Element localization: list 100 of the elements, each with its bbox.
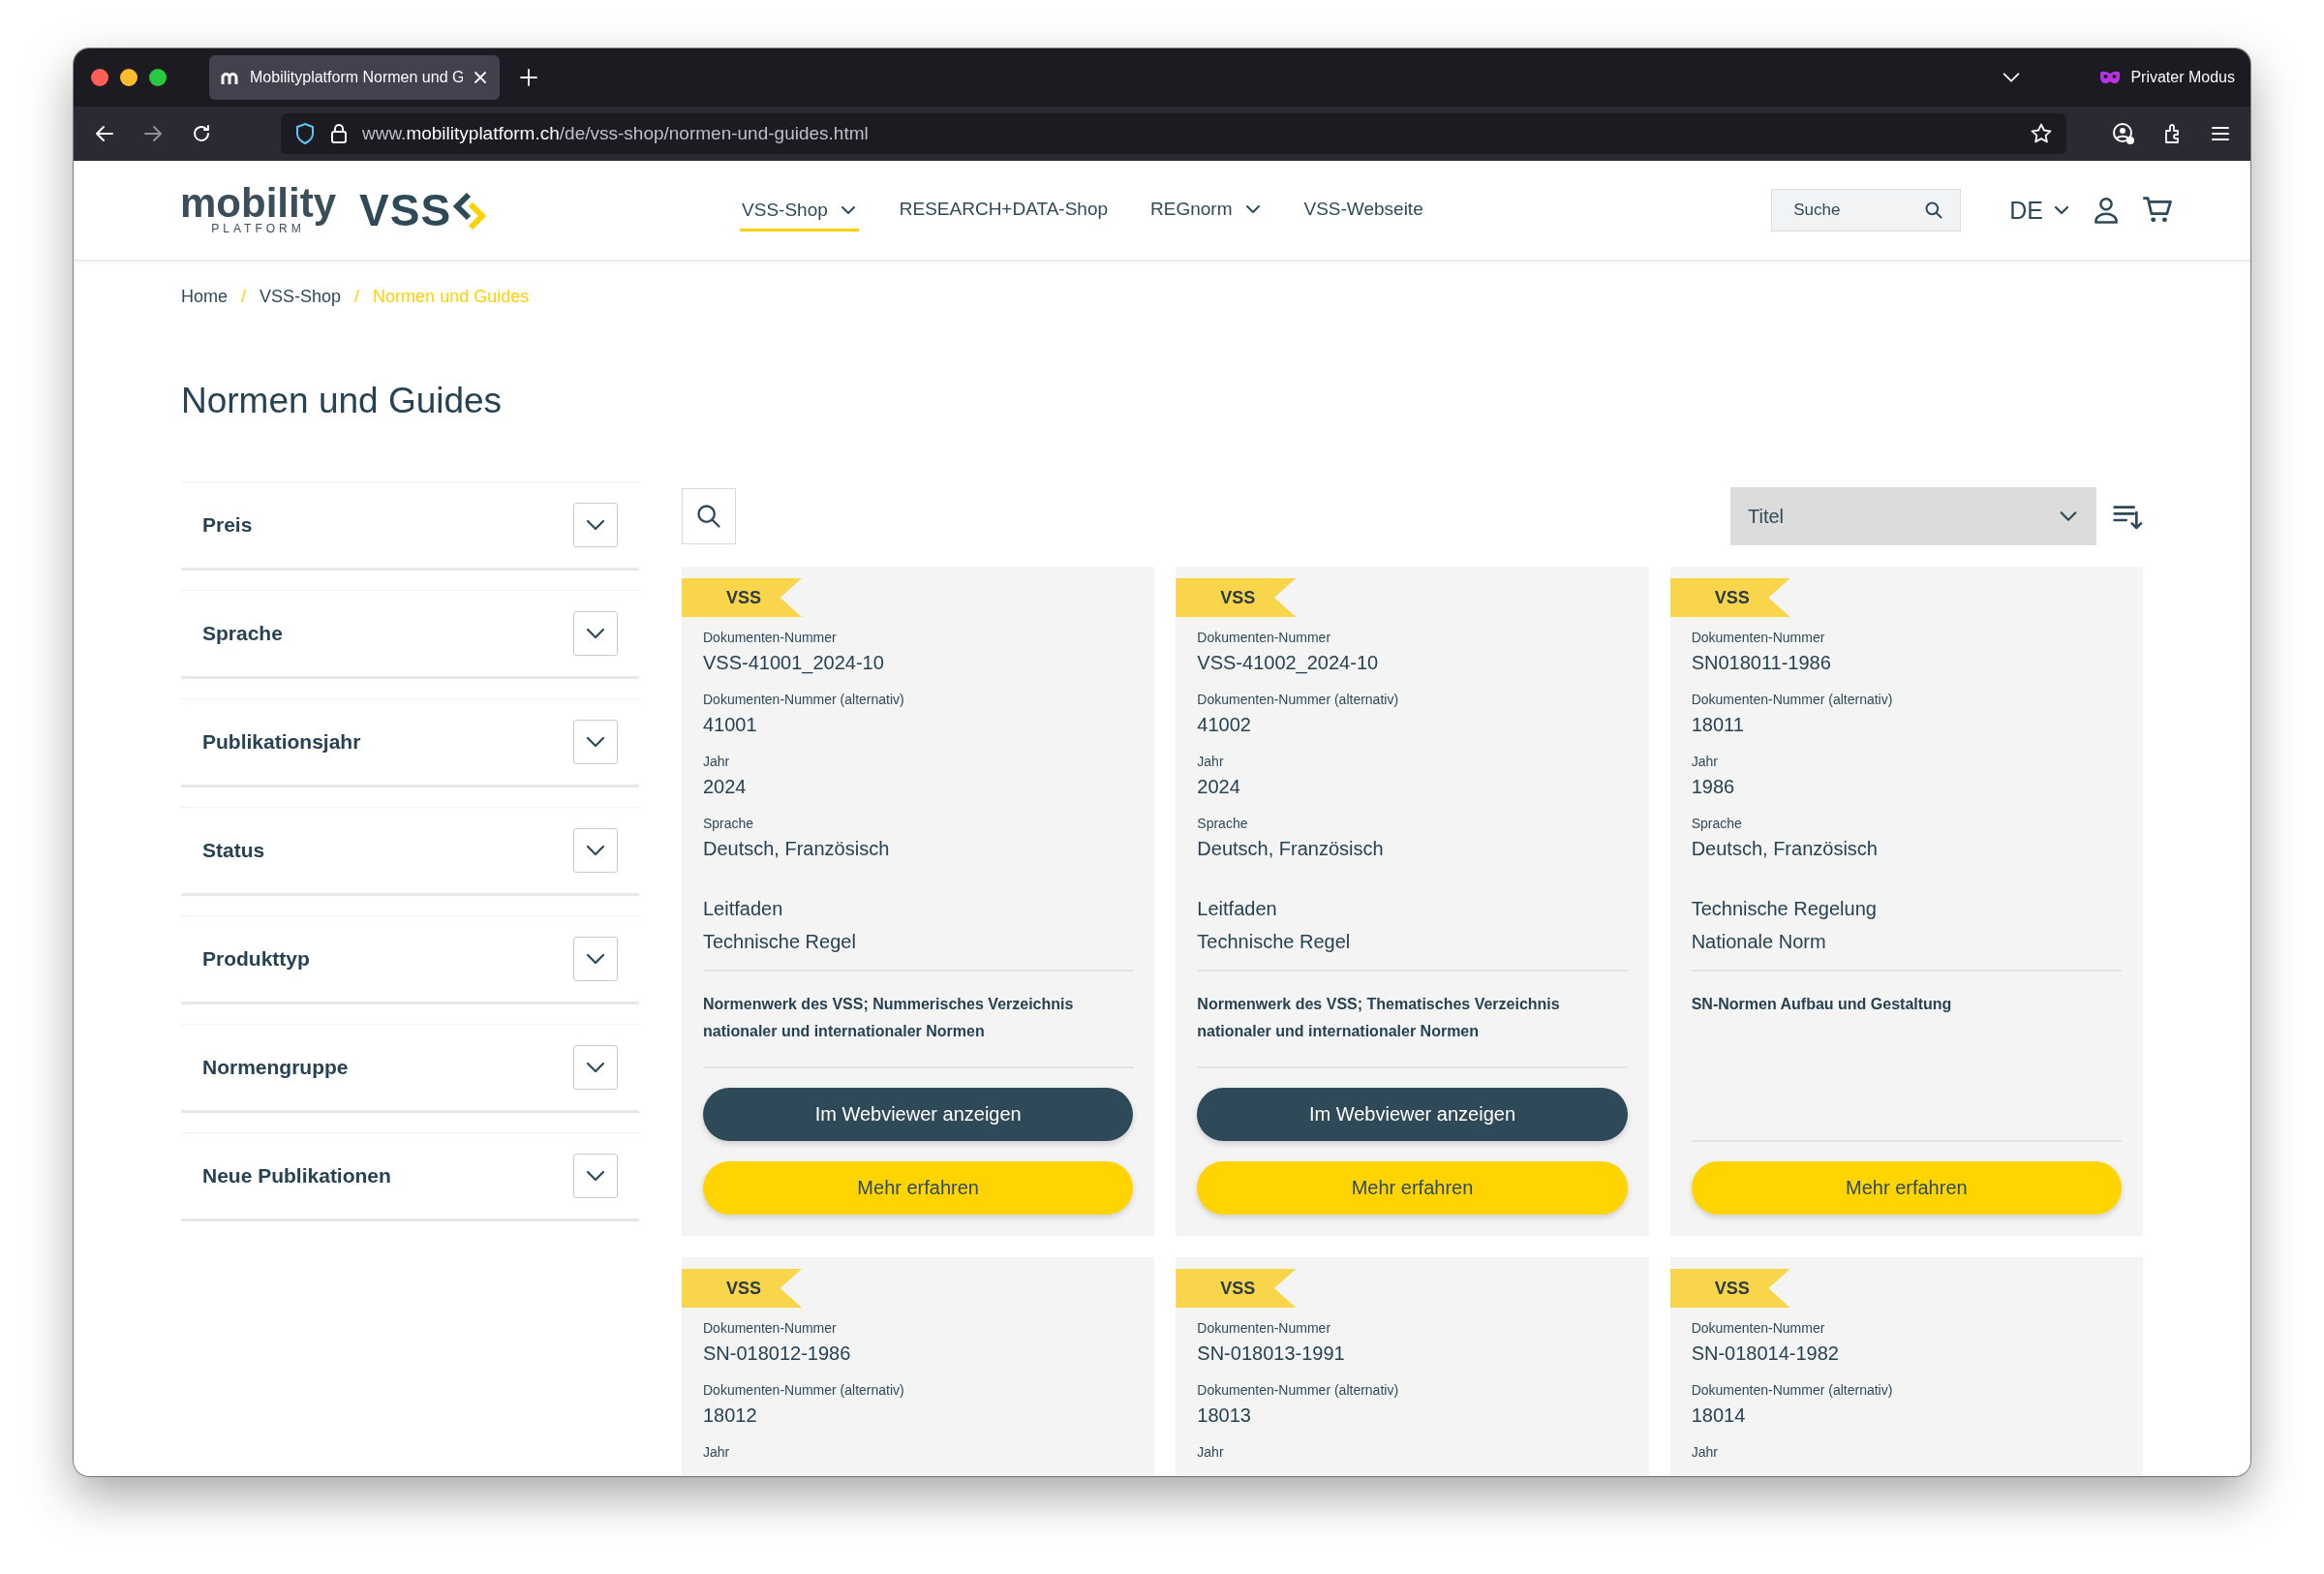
expand-button[interactable] bbox=[573, 937, 618, 981]
expand-button[interactable] bbox=[573, 1154, 618, 1198]
field-value: 18012 bbox=[703, 1404, 758, 1428]
vss-ribbon: VSS bbox=[682, 1269, 802, 1308]
mobility-logo[interactable]: mobility PLATFORM bbox=[180, 185, 336, 235]
field-label: Dokumenten-Nummer bbox=[1691, 629, 1826, 647]
field-value: Deutsch, Französisch bbox=[703, 837, 891, 861]
favicon-icon bbox=[221, 70, 240, 85]
filter-section[interactable]: Sprache bbox=[181, 590, 639, 679]
field-value: SN-018012-1986 bbox=[703, 1342, 852, 1366]
user-icon[interactable] bbox=[2092, 196, 2121, 225]
expand-button[interactable] bbox=[573, 720, 618, 764]
field-label: Jahr bbox=[1197, 1443, 1225, 1462]
page-title: Normen und Guides bbox=[181, 381, 504, 421]
document-type: Technische Regelung bbox=[1691, 897, 1878, 921]
field-value: 41001 bbox=[703, 713, 758, 737]
field-value: 2024 bbox=[1197, 775, 1241, 799]
breadcrumb-separator: / bbox=[354, 287, 360, 307]
lock-icon bbox=[329, 122, 349, 145]
filter-label: Neue Publikationen bbox=[202, 1164, 392, 1188]
tab-title: Mobilityplatform Normen und G bbox=[250, 69, 463, 86]
account-icon[interactable] bbox=[2111, 121, 2136, 146]
filter-label: Publikationsjahr bbox=[202, 730, 362, 754]
card-title: Normenwerk des VSS; Thematisches Verzeichnis nationaler und internationaler Normen bbox=[1197, 995, 1561, 1041]
expand-button[interactable] bbox=[573, 828, 618, 873]
field-value: SN018011-1986 bbox=[1691, 651, 1832, 675]
search-field[interactable]: Suche bbox=[1771, 189, 1962, 231]
filter-label: Sprache bbox=[202, 622, 284, 645]
language-select[interactable]: DE bbox=[2009, 196, 2070, 225]
field-value: VSS-41001_2024-10 bbox=[703, 651, 885, 676]
field-value: VSS-41002_2024-10 bbox=[1197, 651, 1380, 676]
field-label: Dokumenten-Nummer bbox=[703, 629, 838, 647]
card-title: Normenwerk des VSS; Nummerisches Verzeichnis nationaler und internationaler Normen bbox=[703, 995, 1075, 1041]
field-label: Jahr bbox=[703, 753, 731, 771]
search-button[interactable] bbox=[682, 488, 736, 544]
window-control-icon[interactable] bbox=[149, 69, 167, 86]
field-label: Sprache bbox=[703, 815, 755, 833]
star-icon[interactable] bbox=[2030, 122, 2053, 145]
filter-section[interactable]: Status bbox=[181, 807, 639, 896]
browser-tab[interactable]: Mobilityplatform Normen und G bbox=[209, 55, 500, 100]
cart-icon[interactable] bbox=[2142, 196, 2173, 225]
new-tab-icon[interactable] bbox=[519, 68, 538, 87]
filter-label: Preis bbox=[202, 513, 254, 537]
field-value: 18011 bbox=[1691, 713, 1745, 737]
sort-select[interactable]: Titel bbox=[1730, 487, 2096, 545]
breadcrumb-separator: / bbox=[241, 287, 247, 307]
vss-ribbon: VSS bbox=[1176, 1269, 1297, 1308]
address-bar[interactable]: www.mobilityplatform.ch/de/vss-shop/normen-und-guides.html bbox=[281, 113, 2066, 154]
window-control-icon[interactable] bbox=[120, 69, 138, 86]
close-icon[interactable] bbox=[473, 70, 488, 85]
window-control-icon[interactable] bbox=[91, 69, 108, 86]
document-type: Leitfaden bbox=[703, 897, 784, 921]
more-button[interactable]: Mehr erfahren bbox=[1197, 1161, 1628, 1215]
field-label: Jahr bbox=[1691, 1443, 1719, 1462]
vss-ribbon: VSS bbox=[1176, 578, 1297, 617]
filter-section[interactable]: Publikationsjahr bbox=[181, 698, 639, 787]
filter-label: Normengruppe bbox=[202, 1056, 350, 1079]
breadcrumb-link[interactable]: Home bbox=[181, 287, 228, 307]
nav-link[interactable]: RESEARCH+DATA-Shop bbox=[897, 161, 1111, 260]
field-label: Dokumenten-Nummer bbox=[1197, 629, 1332, 647]
webviewer-button[interactable]: Im Webviewer anzeigen bbox=[1197, 1088, 1628, 1141]
more-button[interactable]: Mehr erfahren bbox=[1691, 1161, 2122, 1215]
expand-button[interactable] bbox=[573, 611, 618, 656]
search-icon bbox=[695, 503, 722, 530]
field-label: Dokumenten-Nummer (alternativ) bbox=[1197, 691, 1400, 709]
field-label: Dokumenten-Nummer (alternativ) bbox=[703, 1381, 905, 1400]
field-label: Dokumenten-Nummer (alternativ) bbox=[1197, 1381, 1400, 1400]
field-label: Dokumenten-Nummer (alternativ) bbox=[1691, 1381, 1894, 1400]
field-label: Jahr bbox=[1197, 753, 1225, 771]
field-label: Dokumenten-Nummer bbox=[1197, 1319, 1332, 1338]
more-button[interactable]: Mehr erfahren bbox=[703, 1161, 1134, 1215]
private-mode-label: Privater Modus bbox=[2130, 69, 2235, 86]
mask-icon bbox=[2099, 70, 2122, 85]
url-text: www.mobilityplatform.ch/de/vss-shop/normen-und-guides.html bbox=[362, 123, 869, 144]
breadcrumb-link[interactable]: VSS-Shop bbox=[260, 287, 342, 307]
filter-section[interactable]: Neue Publikationen bbox=[181, 1132, 639, 1221]
field-value: SN-018014-1982 bbox=[1691, 1342, 1840, 1366]
field-label: Dokumenten-Nummer (alternativ) bbox=[1691, 691, 1894, 709]
card-title: SN-Normen Aufbau und Gestaltung bbox=[1691, 995, 1953, 1014]
field-value: 41002 bbox=[1197, 713, 1252, 737]
vss-logo[interactable]: VSS bbox=[359, 184, 487, 236]
field-value: 18014 bbox=[1691, 1404, 1747, 1428]
field-label: Jahr bbox=[1691, 753, 1719, 771]
filter-section[interactable]: Normengruppe bbox=[181, 1024, 639, 1113]
document-type: Nationale Norm bbox=[1691, 930, 1827, 954]
filter-label: Status bbox=[202, 839, 266, 862]
shield-icon[interactable] bbox=[294, 122, 316, 145]
expand-button[interactable] bbox=[573, 503, 618, 547]
document-type: Technische Regel bbox=[703, 930, 857, 954]
field-value: 18013 bbox=[1197, 1404, 1252, 1428]
vss-ribbon: VSS bbox=[1669, 578, 1790, 617]
filter-section[interactable]: Produkttyp bbox=[181, 915, 639, 1004]
nav-link[interactable]: VSS-Webseite bbox=[1301, 161, 1425, 260]
field-value: 1986 bbox=[1691, 775, 1736, 799]
webviewer-button[interactable]: Im Webviewer anzeigen bbox=[703, 1088, 1134, 1141]
expand-button[interactable] bbox=[573, 1045, 618, 1090]
filter-section[interactable]: Preis bbox=[181, 481, 639, 571]
field-value: Deutsch, Französisch bbox=[1691, 837, 1879, 861]
filter-label: Produkttyp bbox=[202, 947, 311, 971]
nav-link[interactable]: REGnorm bbox=[1148, 161, 1264, 260]
